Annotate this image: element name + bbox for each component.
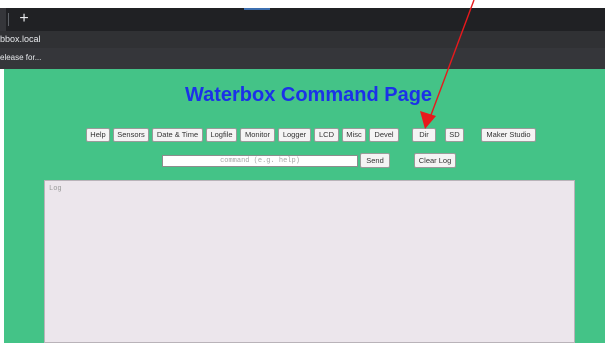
clear-log-button[interactable]: Clear Log	[414, 153, 456, 168]
maker-studio-button[interactable]: Maker Studio	[481, 128, 536, 142]
command-input[interactable]: command (e.g. help)	[162, 155, 358, 167]
sensors-button[interactable]: Sensors	[113, 128, 149, 142]
misc-button[interactable]: Misc	[342, 128, 366, 142]
bookmarks-bar: elease for...	[0, 48, 605, 69]
lcd-button[interactable]: LCD	[314, 128, 339, 142]
tab-indicator	[244, 8, 270, 10]
address-text[interactable]: bbox.local	[0, 33, 41, 46]
logger-button[interactable]: Logger	[278, 128, 311, 142]
bookmark-item[interactable]: elease for...	[0, 52, 41, 64]
sd-button[interactable]: SD	[445, 128, 464, 142]
page-content: Waterbox Command Page Help Sensors Date …	[4, 69, 605, 343]
send-button[interactable]: Send	[360, 153, 390, 168]
log-textarea[interactable]: Log	[44, 180, 575, 343]
browser-window: + bbox.local elease for... Waterbox Comm…	[0, 0, 605, 343]
devel-button[interactable]: Devel	[369, 128, 399, 142]
date-time-button[interactable]: Date & Time	[152, 128, 203, 142]
dir-button[interactable]: Dir	[412, 128, 436, 142]
address-bar[interactable]: bbox.local	[0, 31, 605, 48]
active-tab[interactable]	[0, 8, 6, 31]
new-tab-button[interactable]: +	[16, 9, 32, 29]
help-button[interactable]: Help	[86, 128, 110, 142]
command-placeholder: command (e.g. help)	[220, 157, 300, 165]
page-title: Waterbox Command Page	[184, 84, 433, 106]
monitor-button[interactable]: Monitor	[240, 128, 275, 142]
logfile-button[interactable]: Logfile	[206, 128, 237, 142]
tab-separator	[8, 13, 9, 26]
tab-bar: +	[0, 8, 605, 31]
